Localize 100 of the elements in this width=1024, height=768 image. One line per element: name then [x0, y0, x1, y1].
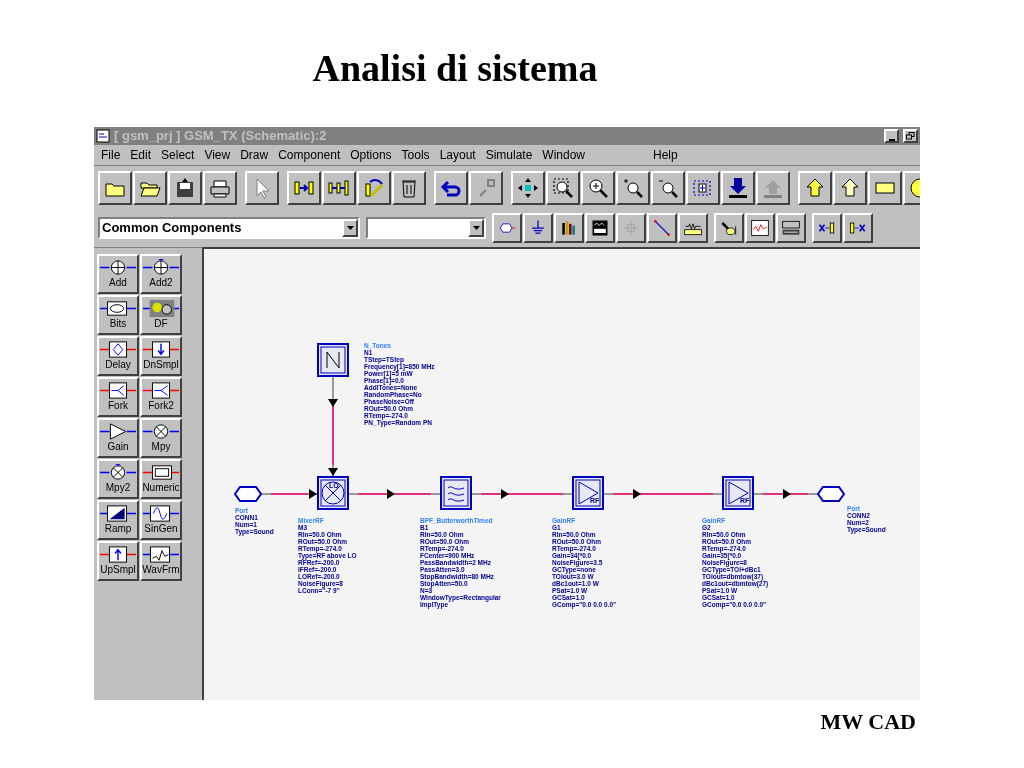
menu-item[interactable]: Tools: [396, 146, 435, 164]
toolbar-button[interactable]: [843, 213, 873, 243]
palette-button[interactable]: WavFrm: [140, 541, 182, 581]
menu-item[interactable]: Select: [156, 146, 200, 164]
slide-title: Analisi di sistema: [312, 46, 598, 91]
noise-source-symbol: [317, 343, 349, 377]
toolbar-button[interactable]: [678, 213, 708, 243]
toolbar-button[interactable]: [581, 170, 615, 205]
toolbar-button[interactable]: [554, 213, 584, 243]
restore-icon: [906, 132, 915, 140]
toolbar-button[interactable]: [546, 170, 580, 205]
menu-item[interactable]: View: [199, 146, 236, 164]
up-arrow-icon: [99, 545, 137, 564]
palette-button[interactable]: Fork: [97, 377, 139, 417]
toolbar-button[interactable]: [523, 213, 553, 243]
toolbar-button[interactable]: [392, 170, 426, 205]
toolbar-button[interactable]: [651, 170, 685, 205]
toolbar-button[interactable]: [745, 213, 775, 243]
filter-symbol: [440, 476, 472, 510]
port-symbol: [233, 486, 263, 502]
toolbar-button[interactable]: [511, 170, 545, 205]
palette-button[interactable]: Bits: [97, 295, 139, 335]
palette-button[interactable]: Numeric: [140, 459, 182, 499]
palette-button[interactable]: Delay: [97, 336, 139, 376]
toolbar-button[interactable]: [833, 170, 867, 205]
palette-button[interactable]: Ramp: [97, 500, 139, 540]
toolbar-button[interactable]: [721, 170, 755, 205]
arrowhead-icon: [387, 489, 395, 499]
amplifier-symbol: [722, 476, 754, 510]
menu-item[interactable]: Window: [537, 146, 591, 164]
instrument-icon: [781, 218, 801, 238]
adder-icon: [142, 258, 180, 277]
palette-button[interactable]: Mpy: [140, 418, 182, 458]
toolbar-button[interactable]: [776, 213, 806, 243]
palette-button[interactable]: DnSmpl: [140, 336, 182, 376]
menu-item[interactable]: Help: [648, 146, 683, 164]
equation-icon: [590, 218, 610, 238]
menu-item[interactable]: File: [96, 146, 126, 164]
toolbar-button[interactable]: [168, 170, 202, 205]
graph-icon: [750, 218, 770, 238]
palette-button[interactable]: Gain: [97, 418, 139, 458]
component-dropdown[interactable]: [366, 217, 486, 239]
toolbar-button[interactable]: [203, 170, 237, 205]
menu-item[interactable]: Layout: [434, 146, 481, 164]
toolbar-button[interactable]: [585, 213, 615, 243]
toolbar-button[interactable]: [868, 170, 902, 205]
toolbar-button[interactable]: [133, 170, 167, 205]
waveform-icon: [142, 545, 180, 564]
toolbar-button[interactable]: [469, 170, 503, 205]
toolbar-button[interactable]: [714, 213, 744, 243]
app-icon: [96, 129, 110, 143]
palette-button[interactable]: Mpy2: [97, 459, 139, 499]
arrowhead-icon: [501, 489, 509, 499]
menu-item[interactable]: Options: [345, 146, 397, 164]
bit-source-icon: [99, 299, 137, 318]
toolbar-button[interactable]: [492, 213, 522, 243]
multiplier-icon: [99, 463, 137, 482]
port-symbol: [816, 486, 846, 502]
amplifier-symbol: [572, 476, 604, 510]
menu-item[interactable]: Draw: [235, 146, 274, 164]
toolbar-button[interactable]: [245, 170, 279, 205]
menu-item[interactable]: Simulate: [480, 146, 538, 164]
mixer-symbol: [317, 476, 349, 510]
menu-item[interactable]: Edit: [125, 146, 157, 164]
library-dropdown[interactable]: Common Components: [98, 217, 360, 239]
zoom-area-icon: [551, 175, 575, 200]
palette-button[interactable]: Add2: [140, 254, 182, 294]
adder-icon: [99, 258, 137, 277]
toolbar-button[interactable]: [357, 170, 391, 205]
palette-button[interactable]: Add: [97, 254, 139, 294]
menu-item[interactable]: Component: [273, 146, 346, 164]
minimize-button[interactable]: [884, 129, 899, 143]
fork-icon: [142, 381, 180, 400]
toolbar-button[interactable]: [798, 170, 832, 205]
toolbar-button[interactable]: [616, 213, 646, 243]
toolbar-button[interactable]: [647, 213, 677, 243]
disabled-tool-icon: [621, 218, 641, 238]
toolbar-button[interactable]: [616, 170, 650, 205]
toolbar-button[interactable]: [812, 213, 842, 243]
toolbar-button[interactable]: [322, 170, 356, 205]
sine-icon: [142, 504, 180, 523]
window-title: [ gsm_prj ] GSM_TX (Schematic):2: [114, 128, 327, 144]
restore-button[interactable]: [903, 129, 918, 143]
push-down-icon: [726, 175, 750, 200]
arrowhead-icon: [633, 489, 641, 499]
minimize-icon: [888, 139, 895, 141]
toolbar-button[interactable]: [686, 170, 720, 205]
toolbar-button[interactable]: [756, 170, 790, 205]
toolbar-button[interactable]: [287, 170, 321, 205]
footer-text: MW CAD: [820, 708, 916, 736]
multiplier-icon: [142, 422, 180, 441]
toolbar-button[interactable]: [98, 170, 132, 205]
palette-button[interactable]: Fork2: [140, 377, 182, 417]
palette-button[interactable]: DF: [140, 295, 182, 335]
palette-button[interactable]: SinGen: [140, 500, 182, 540]
ramp-icon: [99, 504, 137, 523]
toolbar-button[interactable]: [434, 170, 468, 205]
dropdown-arrow-icon: [472, 226, 480, 230]
arrowhead-icon: [783, 489, 791, 499]
palette-button[interactable]: UpSmpl: [97, 541, 139, 581]
